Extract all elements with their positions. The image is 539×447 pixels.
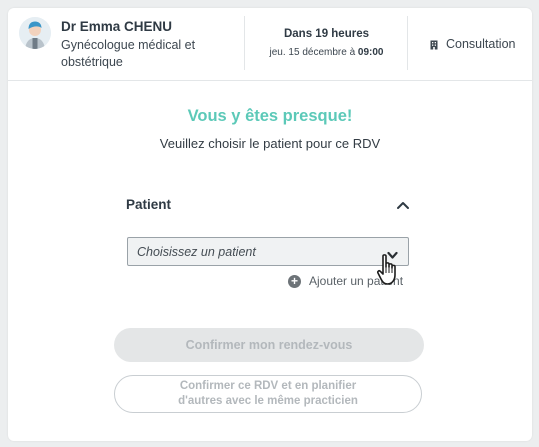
confirm-and-plan-label-line1: Confirmer ce RDV et en planifier (179, 380, 357, 392)
appointment-relative-time: Dans 19 heures (283, 28, 369, 40)
hand-pointer-cursor-icon (376, 253, 400, 287)
appointment-header: Dr Emma CHENU Gynécologue médical et obs… (8, 8, 532, 81)
header-divider (407, 16, 408, 70)
confirm-and-plan-label-line2: d'autres avec le même practicien (178, 395, 358, 407)
appointment-datetime: jeu. 15 décembre à 09:00 (245, 47, 408, 58)
doctor-avatar-icon (19, 17, 51, 49)
confirm-and-plan-button[interactable]: Confirmer ce RDV et en planifier d'autre… (114, 375, 422, 413)
doctor-specialty: Gynécologue médical et obstétrique (61, 38, 196, 69)
chevron-up-icon[interactable] (396, 198, 410, 210)
page-subtitle: Veuillez choisir le patient pour ce RDV (159, 136, 381, 151)
patient-select[interactable]: Choisissez un patient (127, 237, 409, 266)
header-divider (244, 16, 245, 70)
plus-circle-icon: + (288, 274, 301, 288)
page-title: Vous y êtes presque! (187, 107, 353, 125)
confirm-appointment-button[interactable]: Confirmer mon rendez-vous (114, 328, 424, 362)
patient-section-label: Patient (126, 197, 172, 212)
doctor-name: Dr Emma CHENU (61, 19, 173, 34)
consultation-label: Consultation (446, 37, 516, 51)
booking-card: Dr Emma CHENU Gynécologue médical et obs… (8, 8, 532, 441)
consultation-type: Consultation (430, 37, 516, 51)
appointment-date: jeu. 15 décembre à (269, 47, 358, 58)
building-icon (430, 39, 438, 50)
appointment-time: 09:00 (357, 47, 384, 58)
patient-select-value: Choisissez un patient (137, 245, 256, 259)
